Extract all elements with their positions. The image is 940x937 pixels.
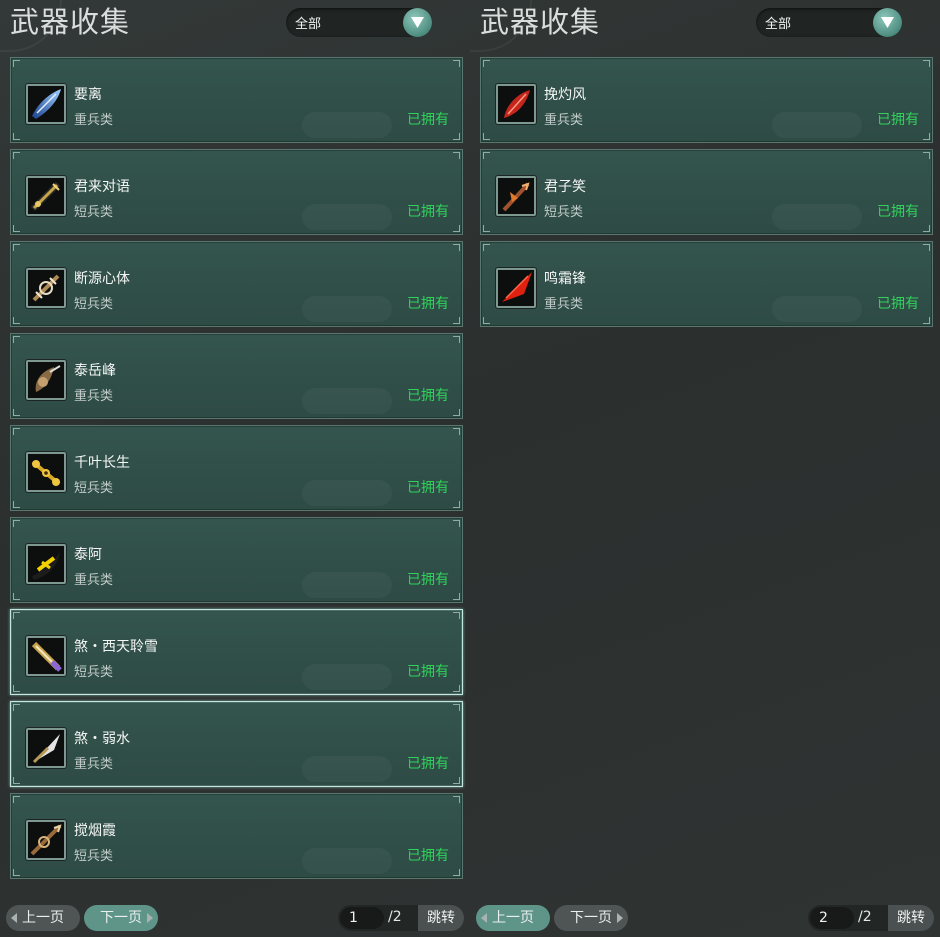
weapon-card[interactable]: 鸣霜锋 重兵类 已拥有 (480, 241, 933, 327)
weapon-name: 君子笑 (544, 179, 586, 195)
weapon-card[interactable]: 泰阿 重兵类 已拥有 (10, 517, 463, 603)
weapon-name: 挽灼风 (544, 87, 586, 103)
page-jump-box: /2 跳转 (338, 905, 464, 931)
weapon-name: 泰岳峰 (74, 363, 116, 379)
weapon-type: 重兵类 (74, 389, 114, 404)
jump-button[interactable]: 跳转 (888, 905, 934, 931)
weapon-name: 搅烟霞 (74, 823, 116, 839)
chevron-left-icon (481, 913, 487, 923)
copper-spear-icon (26, 820, 66, 860)
pagination: 上一页 下一页 /2 跳转 (0, 905, 470, 931)
weapon-card[interactable]: 泰岳峰 重兵类 已拥有 (10, 333, 463, 419)
weapon-card[interactable]: 要离 重兵类 已拥有 (10, 57, 463, 143)
weapon-name: 煞・西天聆雪 (74, 639, 158, 655)
weapon-type: 短兵类 (74, 665, 114, 680)
violet-dagger-icon (26, 636, 66, 676)
page-number-input[interactable] (810, 907, 854, 929)
weapon-panel-right: 武器收集 全部 挽灼风 重兵类 已拥有 君子笑 短兵类 已拥有 鸣霜锋 重兵类 … (470, 0, 940, 937)
owned-status: 已拥有 (407, 388, 449, 404)
weapon-name: 煞・弱水 (74, 731, 130, 747)
weapon-type: 重兵类 (74, 113, 114, 128)
owned-status: 已拥有 (407, 112, 449, 128)
weapon-name: 泰阿 (74, 547, 102, 563)
weapon-name: 君来对语 (74, 179, 130, 195)
page-jump-box: /2 跳转 (808, 905, 934, 931)
weapon-panel-left: 武器收集 全部 要离 重兵类 已拥有 君来对语 短兵类 已拥有 断源心体 短兵类… (0, 0, 470, 937)
flame-dagger-icon (496, 176, 536, 216)
weapon-type: 重兵类 (544, 113, 584, 128)
category-filter-dropdown[interactable]: 全部 (756, 8, 902, 37)
owned-status: 已拥有 (407, 296, 449, 312)
chevron-down-icon[interactable] (403, 8, 432, 37)
owned-status: 已拥有 (877, 112, 919, 128)
chevron-down-icon[interactable] (873, 8, 902, 37)
panel-title: 武器收集 (10, 5, 131, 39)
weapon-card[interactable]: 断源心体 短兵类 已拥有 (10, 241, 463, 327)
owned-status: 已拥有 (407, 572, 449, 588)
category-filter-dropdown[interactable]: 全部 (286, 8, 432, 37)
filter-selected-label: 全部 (765, 17, 792, 32)
owned-status: 已拥有 (877, 296, 919, 312)
next-page-button[interactable]: 下一页 (84, 905, 158, 931)
chevron-left-icon (11, 913, 17, 923)
weapon-card[interactable]: 煞・弱水 重兵类 已拥有 (10, 701, 463, 787)
weapon-type: 短兵类 (74, 205, 114, 220)
bronze-blade-icon (26, 360, 66, 400)
steel-blade-icon (26, 728, 66, 768)
weapon-name: 鸣霜锋 (544, 271, 586, 287)
owned-status: 已拥有 (407, 848, 449, 864)
page-total: /2 (388, 909, 402, 925)
owned-status: 已拥有 (407, 664, 449, 680)
ornate-spear-icon (26, 268, 66, 308)
crimson-blade-icon (496, 268, 536, 308)
weapon-type: 重兵类 (74, 573, 114, 588)
owned-status: 已拥有 (877, 204, 919, 220)
page-number-input[interactable] (340, 907, 384, 929)
chevron-right-icon (617, 913, 623, 923)
prev-page-button[interactable]: 上一页 (6, 905, 80, 931)
weapon-type: 短兵类 (74, 481, 114, 496)
filter-selected-label: 全部 (295, 17, 322, 32)
weapon-name: 要离 (74, 87, 102, 103)
weapon-type: 短兵类 (74, 849, 114, 864)
weapon-card[interactable]: 煞・西天聆雪 短兵类 已拥有 (10, 609, 463, 695)
weapon-name: 断源心体 (74, 271, 130, 287)
jump-button[interactable]: 跳转 (418, 905, 464, 931)
weapon-card[interactable]: 千叶长生 短兵类 已拥有 (10, 425, 463, 511)
weapon-list: 要离 重兵类 已拥有 君来对语 短兵类 已拥有 断源心体 短兵类 已拥有 泰岳峰… (10, 57, 463, 885)
red-crystal-blade-icon (496, 84, 536, 124)
next-page-button[interactable]: 下一页 (554, 905, 628, 931)
weapon-list: 挽灼风 重兵类 已拥有 君子笑 短兵类 已拥有 鸣霜锋 重兵类 已拥有 (480, 57, 933, 333)
weapon-card[interactable]: 挽灼风 重兵类 已拥有 (480, 57, 933, 143)
blue-blade-icon (26, 84, 66, 124)
owned-status: 已拥有 (407, 204, 449, 220)
weapon-card[interactable]: 搅烟霞 短兵类 已拥有 (10, 793, 463, 879)
weapon-type: 重兵类 (544, 297, 584, 312)
prev-page-button[interactable]: 上一页 (476, 905, 550, 931)
weapon-type: 重兵类 (74, 757, 114, 772)
weapon-name: 千叶长生 (74, 455, 130, 471)
panel-title: 武器收集 (480, 5, 601, 39)
weapon-type: 短兵类 (74, 297, 114, 312)
gold-chain-icon (26, 452, 66, 492)
gold-dagger-icon (26, 176, 66, 216)
yellow-blade-icon (26, 544, 66, 584)
weapon-card[interactable]: 君来对语 短兵类 已拥有 (10, 149, 463, 235)
pagination: 上一页 下一页 /2 跳转 (470, 905, 940, 931)
weapon-card[interactable]: 君子笑 短兵类 已拥有 (480, 149, 933, 235)
owned-status: 已拥有 (407, 756, 449, 772)
page-total: /2 (858, 909, 872, 925)
chevron-right-icon (147, 913, 153, 923)
owned-status: 已拥有 (407, 480, 449, 496)
weapon-type: 短兵类 (544, 205, 584, 220)
